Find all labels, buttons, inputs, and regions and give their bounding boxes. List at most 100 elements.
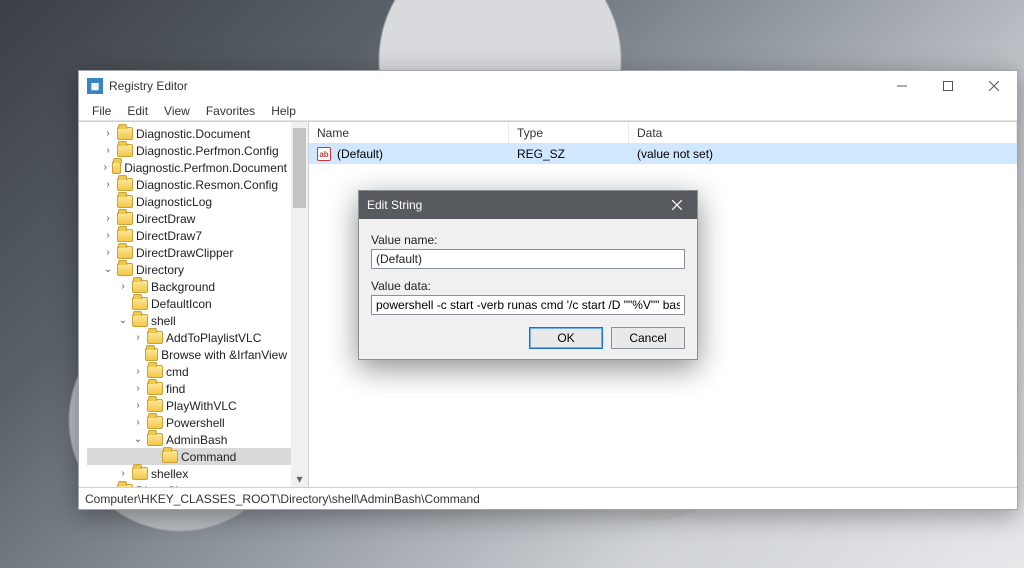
tree-item-label: cmd	[166, 365, 189, 379]
tree-item[interactable]: › Background	[87, 278, 291, 295]
tree-item-label: DiagnosticLog	[136, 195, 212, 209]
scrollbar-thumb[interactable]	[293, 128, 306, 208]
tree-item[interactable]: ›shellex	[87, 465, 291, 482]
tree-item[interactable]: ›DirectDraw7	[87, 227, 291, 244]
tree-item-label: Browse with &IrfanView	[161, 348, 287, 362]
tree-item[interactable]: › find	[87, 380, 291, 397]
menu-favorites[interactable]: Favorites	[199, 102, 262, 120]
tree-item[interactable]: › Diagnostic.Resmon.Config	[87, 176, 291, 193]
tree-item[interactable]: Browse with &IrfanView	[87, 346, 291, 363]
folder-icon	[147, 382, 163, 395]
folder-icon	[117, 195, 133, 208]
chevron-right-icon[interactable]: ›	[132, 366, 144, 377]
folder-icon	[162, 450, 178, 463]
folder-icon	[117, 246, 133, 259]
titlebar[interactable]: ▦ Registry Editor	[79, 71, 1017, 101]
value-data-field[interactable]	[371, 295, 685, 315]
tree-item[interactable]: Command	[87, 448, 291, 465]
window-title: Registry Editor	[109, 79, 188, 93]
tree-item[interactable]: › Diagnostic.Perfmon.Config	[87, 142, 291, 159]
tree-item-label: Powershell	[166, 416, 225, 430]
column-name[interactable]: Name	[309, 122, 509, 143]
chevron-right-icon[interactable]: ›	[102, 230, 114, 241]
value-name: (Default)	[337, 147, 383, 161]
regedit-icon: ▦	[87, 78, 103, 94]
tree-item-label: find	[166, 382, 185, 396]
folder-icon	[132, 280, 148, 293]
ok-button[interactable]: OK	[529, 327, 603, 349]
value-data: (value not set)	[629, 147, 1017, 161]
tree-item-label: PlayWithVLC	[166, 399, 237, 413]
column-data[interactable]: Data	[629, 122, 1017, 143]
chevron-right-icon[interactable]: ›	[102, 179, 114, 190]
tree-item[interactable]: ⌄shell	[87, 312, 291, 329]
tree-item[interactable]: › PlayWithVLC	[87, 397, 291, 414]
chevron-right-icon[interactable]: ›	[102, 213, 114, 224]
menu-help[interactable]: Help	[264, 102, 303, 120]
tree-item-label: AdminBash	[166, 433, 227, 447]
chevron-right-icon[interactable]: ›	[102, 247, 114, 258]
chevron-down-icon[interactable]: ⌄	[102, 264, 114, 275]
chevron-right-icon[interactable]: ›	[102, 128, 114, 139]
tree-item-label: Background	[151, 280, 215, 294]
folder-icon	[147, 331, 163, 344]
tree-item[interactable]: DiagnosticLog	[87, 193, 291, 210]
maximize-button[interactable]	[925, 71, 971, 101]
tree-item[interactable]: ⌄Directory	[87, 261, 291, 278]
menu-edit[interactable]: Edit	[120, 102, 155, 120]
tree-item[interactable]: › Powershell	[87, 414, 291, 431]
tree-item[interactable]: DefaultIcon	[87, 295, 291, 312]
dialog-close-button[interactable]	[657, 191, 697, 219]
menu-file[interactable]: File	[85, 102, 118, 120]
tree-item[interactable]: ⌄ AdminBash	[87, 431, 291, 448]
tree-view[interactable]: ›Diagnostic.Document›Diagnostic.Perfmon.…	[79, 122, 291, 487]
tree-item[interactable]: ›DirectDrawClipper	[87, 244, 291, 261]
tree-item[interactable]: › cmd	[87, 363, 291, 380]
value-row[interactable]: ab(Default)REG_SZ(value not set)	[309, 144, 1017, 164]
folder-icon	[147, 416, 163, 429]
folder-icon	[117, 212, 133, 225]
folder-icon	[145, 348, 158, 361]
chevron-right-icon[interactable]: ›	[132, 332, 144, 343]
cancel-button[interactable]: Cancel	[611, 327, 685, 349]
chevron-right-icon[interactable]: ›	[102, 145, 114, 156]
tree-item[interactable]: › DirectDraw	[87, 210, 291, 227]
chevron-right-icon[interactable]: ›	[102, 485, 114, 487]
chevron-right-icon[interactable]: ›	[132, 383, 144, 394]
string-value-icon: ab	[317, 147, 331, 161]
tree-item-label: Diagnostic.Perfmon.Config	[136, 144, 279, 158]
chevron-right-icon[interactable]: ›	[102, 162, 109, 173]
chevron-right-icon[interactable]: ›	[132, 400, 144, 411]
tree-item[interactable]: ›AddToPlaylistVLC	[87, 329, 291, 346]
chevron-down-icon[interactable]: ⌄	[117, 315, 129, 326]
chevron-right-icon[interactable]: ›	[132, 417, 144, 428]
tree-item[interactable]: › DirectShow	[87, 482, 291, 487]
tree-item-label: DirectShow	[136, 484, 197, 488]
minimize-button[interactable]	[879, 71, 925, 101]
tree-item-label: DirectDraw	[136, 212, 195, 226]
tree-item-label: DefaultIcon	[151, 297, 212, 311]
tree-scrollbar[interactable]: ▴ ▾	[291, 122, 308, 487]
menu-view[interactable]: View	[157, 102, 197, 120]
folder-icon	[117, 484, 133, 487]
folder-icon	[147, 365, 163, 378]
tree-item-label: Diagnostic.Resmon.Config	[136, 178, 278, 192]
tree-item-label: Diagnostic.Document	[136, 127, 250, 141]
tree-item[interactable]: › Diagnostic.Document	[87, 125, 291, 142]
folder-icon	[117, 127, 133, 140]
folder-icon	[117, 144, 133, 157]
dialog-titlebar[interactable]: Edit String	[359, 191, 697, 219]
edit-string-dialog: Edit String Value name: Value data: OK C…	[358, 190, 698, 360]
column-type[interactable]: Type	[509, 122, 629, 143]
close-button[interactable]	[971, 71, 1017, 101]
menu-bar: File Edit View Favorites Help	[79, 101, 1017, 121]
chevron-right-icon[interactable]: ›	[117, 468, 129, 479]
folder-icon	[132, 314, 148, 327]
status-path: Computer\HKEY_CLASSES_ROOT\Directory\she…	[85, 492, 480, 506]
value-name-field[interactable]	[371, 249, 685, 269]
scroll-down-icon[interactable]: ▾	[291, 470, 308, 487]
tree-item[interactable]: ›Diagnostic.Perfmon.Document	[87, 159, 291, 176]
chevron-right-icon[interactable]: ›	[117, 281, 129, 292]
chevron-down-icon[interactable]: ⌄	[132, 434, 144, 445]
status-bar: Computer\HKEY_CLASSES_ROOT\Directory\she…	[79, 487, 1017, 509]
